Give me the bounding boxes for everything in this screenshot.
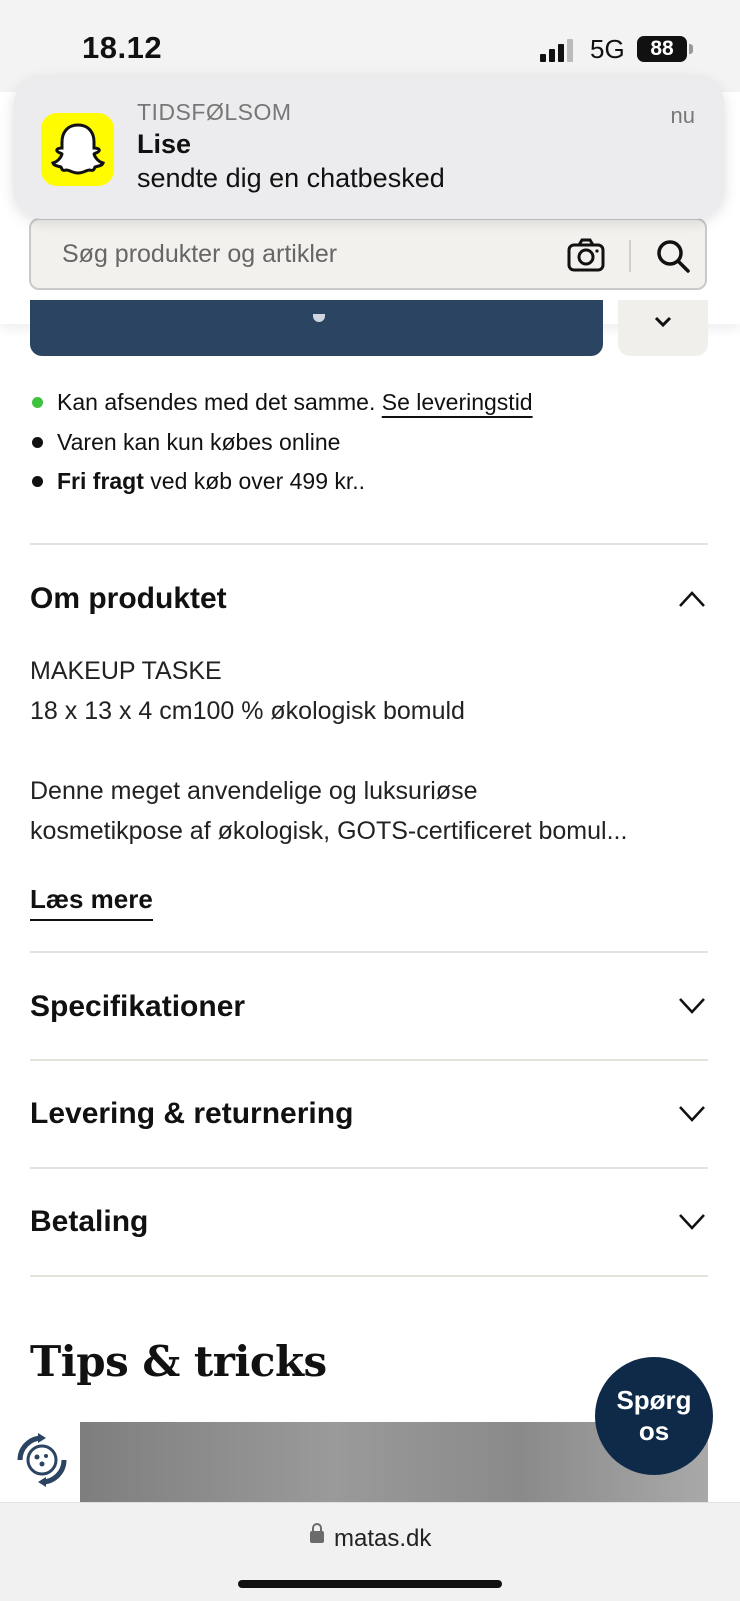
description-line-2: kosmetikpose af økologisk, GOTS-certific… [30,817,628,845]
camera-icon[interactable] [567,238,605,272]
home-indicator[interactable] [238,1580,502,1588]
accordion-payment-title[interactable]: Betaling [30,1205,148,1239]
chevron-up-icon[interactable] [678,590,706,608]
delivery-time-link[interactable]: Se leveringstid [382,389,533,415]
status-time: 18.12 [82,30,163,65]
notification-body: sendte dig en chatbesked [137,163,445,193]
add-to-cart-button[interactable] [30,300,603,356]
accordion-specifications-title[interactable]: Specifikationer [30,990,245,1024]
divider [30,951,708,953]
accordion-delivery-title[interactable]: Levering & returnering [30,1097,353,1131]
chevron-down-icon[interactable] [678,1213,706,1231]
ask-label-line2: os [638,1416,670,1446]
accessibility-widget-button[interactable] [0,1416,80,1502]
browser-url-bar[interactable]: matas.dk [0,1502,740,1601]
battery-icon: 88 [637,36,687,62]
lock-icon [310,1523,324,1543]
search-icon[interactable] [655,238,691,274]
quantity-dropdown-button[interactable] [618,300,708,356]
free-shipping-bold: Fri fragt [57,468,144,494]
stock-text: Kan afsendes med det samme. [57,389,376,415]
notification-banner[interactable]: TIDSFØLSOM nu Lise sendte dig en chatbes… [13,77,725,219]
divider [30,1059,708,1061]
notification-title: Lise [137,129,192,159]
network-type: 5G [590,34,625,64]
free-shipping-text: Fri fragt ved køb over 499 kr.. [57,468,365,495]
divider [30,1167,708,1169]
tips-heading: Tips & tricks [30,1337,327,1386]
online-only-text: Varen kan kun købes online [57,429,341,455]
chevron-down-icon[interactable] [678,997,706,1015]
divider [30,1275,708,1277]
notification-app-label: TIDSFØLSOM [137,99,292,125]
recycle-badge-icon [17,1433,67,1487]
battery-tip [689,44,693,54]
stock-status: Kan afsendes med det samme. Se leverings… [57,389,533,416]
search-bar[interactable]: Søg produkter og artikler [29,218,707,290]
search-separator [629,240,631,272]
chevron-down-icon[interactable] [678,1105,706,1123]
bullet-icon [32,437,43,448]
in-stock-dot-icon [32,397,43,408]
signal-icon [540,38,580,62]
divider [30,543,708,545]
product-name-line: MAKEUP TASKE [30,657,222,685]
url-text[interactable]: matas.dk [334,1525,431,1553]
snapchat-ghost-icon [41,113,114,186]
product-size-line: 18 x 13 x 4 cm100 % økologisk bomuld [30,697,465,725]
free-shipping-rest: ved køb over 499 kr.. [150,468,366,494]
accordion-about-title[interactable]: Om produktet [30,582,227,616]
notification-time: nu [670,103,695,128]
button-label-fragment [313,314,325,322]
description-line-1: Denne meget anvendelige og luksuriøse [30,777,478,805]
chevron-down-icon [654,316,672,328]
ask-us-chat-button[interactable]: Spørg os [595,1357,713,1475]
ask-label-line1: Spørg [616,1385,692,1415]
search-input[interactable]: Søg produkter og artikler [62,240,337,269]
read-more-link[interactable]: Læs mere [30,884,153,921]
bullet-icon [32,476,43,487]
